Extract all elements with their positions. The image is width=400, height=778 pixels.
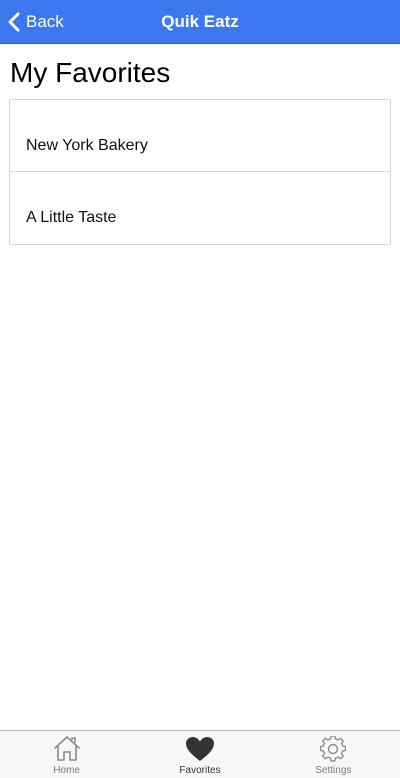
navbar: Back Quik Eatz — [0, 0, 400, 44]
list-item[interactable]: A Little Taste — [10, 172, 390, 244]
list-item-label: A Little Taste — [26, 209, 117, 226]
back-button[interactable]: Back — [8, 0, 64, 44]
tab-label: Favorites — [179, 765, 221, 776]
tab-home[interactable]: Home — [0, 731, 133, 778]
favorites-list: New York Bakery A Little Taste — [9, 99, 391, 245]
app-screen: Back Quik Eatz My Favorites New York Bak… — [0, 0, 400, 778]
gear-icon — [320, 735, 347, 762]
list-item[interactable]: New York Bakery — [10, 100, 390, 172]
tab-bar: Home Favorites Settings — [0, 730, 400, 778]
tab-favorites[interactable]: Favorites — [133, 731, 266, 778]
back-label: Back — [26, 12, 64, 31]
chevron-left-icon — [8, 12, 20, 32]
tab-label: Home — [53, 765, 80, 776]
tab-label: Settings — [315, 765, 352, 776]
home-icon — [53, 735, 81, 762]
tab-settings[interactable]: Settings — [267, 731, 400, 778]
list-item-label: New York Bakery — [26, 137, 148, 154]
heart-icon — [185, 735, 215, 762]
page-title: My Favorites — [10, 57, 171, 88]
